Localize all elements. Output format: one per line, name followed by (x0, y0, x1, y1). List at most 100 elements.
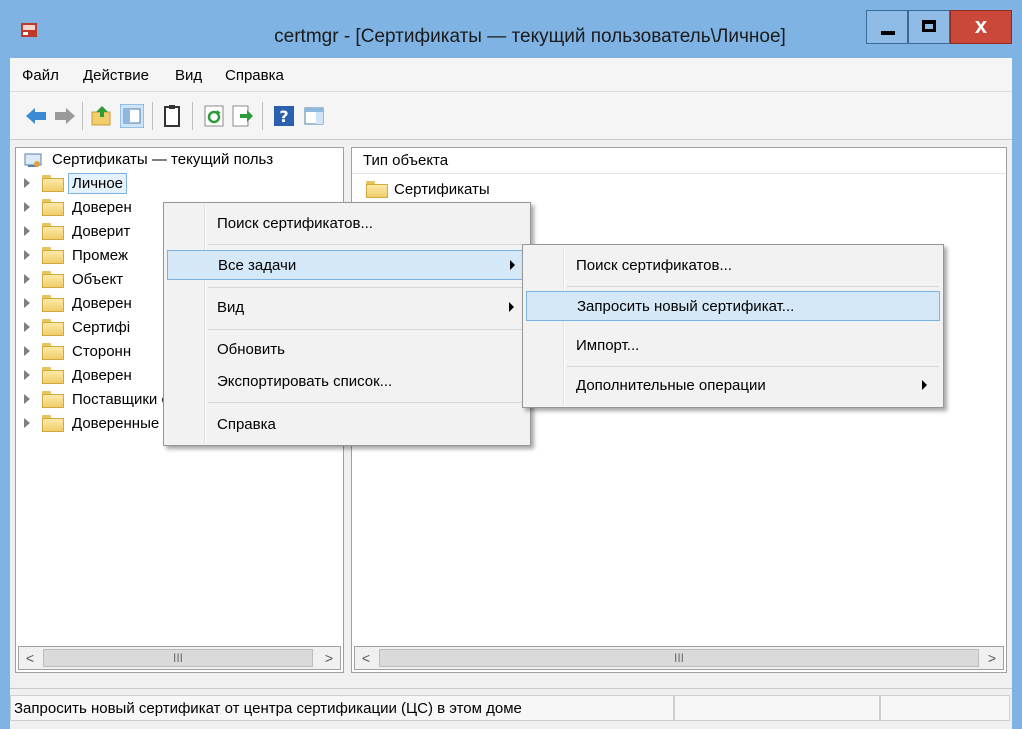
tree-item-label: Сторонн (72, 343, 132, 360)
svg-text:?: ? (279, 107, 288, 126)
properties-icon[interactable] (160, 104, 184, 128)
list-item-label: Сертификаты (394, 181, 490, 198)
scroll-left-arrow-icon[interactable]: < (19, 647, 41, 669)
menu-separator (208, 402, 526, 403)
expand-arrow-icon[interactable] (24, 250, 30, 260)
help-icon[interactable]: ? (272, 104, 296, 128)
status-text: Запросить новый сертификат от центра сер… (14, 700, 522, 717)
tree-root[interactable]: Сертификаты — текущий польз (16, 148, 343, 172)
tree-item-label: Доверен (72, 367, 132, 384)
submenu-request-new-certificate[interactable]: Запросить новый сертификат... (526, 291, 940, 321)
folder-icon (42, 415, 64, 432)
refresh-icon[interactable] (202, 104, 226, 128)
menu-view-label: Вид (217, 299, 245, 316)
menu-bar: Файл Действие Вид Справка (10, 58, 1012, 92)
expand-arrow-icon[interactable] (24, 298, 30, 308)
toolbar-separator (262, 102, 263, 130)
list-item[interactable]: Сертификаты (360, 178, 660, 202)
submenu-find-certificates-label: Поиск сертификатов... (576, 257, 732, 274)
submenu-arrow-icon (510, 260, 515, 270)
back-icon[interactable] (24, 104, 48, 128)
tree-item-label: Объект (72, 271, 124, 288)
expand-arrow-icon[interactable] (24, 202, 30, 212)
menu-separator (208, 329, 526, 330)
tree-item-label: Доверит (72, 223, 131, 240)
scroll-grip: III (673, 651, 684, 665)
menu-separator (567, 366, 939, 367)
submenu-arrow-icon (922, 380, 927, 390)
menu-all-tasks[interactable]: Все задачи (167, 250, 527, 280)
folder-icon (42, 223, 64, 240)
close-icon: x (974, 13, 988, 38)
scroll-thumb[interactable]: III (379, 649, 979, 667)
menu-export-list[interactable]: Экспортировать список... (167, 367, 527, 397)
close-button[interactable]: x (950, 10, 1012, 44)
menu-find-certificates[interactable]: Поиск сертификатов... (167, 209, 527, 239)
tree-root-label: Сертификаты — текущий польз (52, 151, 274, 168)
toolbar: ? (10, 92, 1012, 140)
tree-item-personal[interactable]: Личное (16, 172, 343, 196)
column-header[interactable]: Тип объекта (352, 148, 1006, 174)
toolbar-separator (82, 102, 83, 130)
scroll-grip: III (172, 651, 183, 665)
folder-icon (42, 295, 64, 312)
status-bar: Запросить новый сертификат от центра сер… (10, 688, 1012, 723)
expand-arrow-icon[interactable] (24, 346, 30, 356)
minimize-button[interactable] (866, 10, 908, 44)
minimize-icon (881, 31, 895, 35)
maximize-button[interactable] (908, 10, 950, 44)
tree-item-label: Доверен (72, 199, 132, 216)
menu-refresh-label: Обновить (217, 341, 285, 358)
menu-view[interactable]: Вид (175, 67, 202, 84)
forward-icon[interactable] (53, 104, 77, 128)
menu-view[interactable]: Вид (167, 293, 527, 323)
menu-find-certificates-label: Поиск сертификатов... (217, 215, 373, 232)
expand-arrow-icon[interactable] (24, 226, 30, 236)
up-folder-icon[interactable] (90, 104, 114, 128)
menu-separator (567, 286, 939, 287)
scroll-right-arrow-icon[interactable]: > (981, 647, 1003, 669)
menu-refresh[interactable]: Обновить (167, 335, 527, 365)
toolbar-separator (152, 102, 153, 130)
expand-arrow-icon[interactable] (24, 322, 30, 332)
submenu-request-new-certificate-label: Запросить новый сертификат... (577, 298, 795, 315)
scroll-right-arrow-icon[interactable]: > (318, 647, 340, 669)
tree-horizontal-scrollbar[interactable]: < III > (18, 646, 341, 670)
scroll-thumb[interactable]: III (43, 649, 313, 667)
menu-export-list-label: Экспортировать список... (217, 373, 393, 390)
expand-arrow-icon[interactable] (24, 394, 30, 404)
menu-help[interactable]: Справка (167, 410, 527, 440)
status-text-cell: Запросить новый сертификат от центра сер… (10, 695, 674, 721)
folder-icon (42, 271, 64, 288)
action-pane-icon[interactable] (302, 104, 326, 128)
expand-arrow-icon[interactable] (24, 370, 30, 380)
tree-item-label: Доверен (72, 295, 132, 312)
column-header-label: Тип объекта (363, 152, 449, 169)
title-bar[interactable]: certmgr - [Сертификаты — текущий пользов… (0, 0, 1022, 58)
context-menu: Поиск сертификатов... Все задачи Вид Обн… (163, 202, 531, 446)
folder-icon (42, 199, 64, 216)
scroll-left-arrow-icon[interactable]: < (355, 647, 377, 669)
window-title: certmgr - [Сертификаты — текущий пользов… (274, 26, 786, 47)
expand-arrow-icon[interactable] (24, 274, 30, 284)
certificate-app-icon (21, 23, 37, 37)
results-horizontal-scrollbar[interactable]: < III > (354, 646, 1004, 670)
menu-file[interactable]: Файл (22, 67, 59, 84)
menu-all-tasks-label: Все задачи (218, 257, 297, 274)
expand-arrow-icon[interactable] (24, 418, 30, 428)
all-tasks-submenu: Поиск сертификатов... Запросить новый се… (522, 244, 944, 408)
submenu-import[interactable]: Импорт... (526, 331, 940, 361)
folder-icon (42, 367, 64, 384)
submenu-advanced-operations[interactable]: Дополнительные операции (526, 371, 940, 401)
menu-action[interactable]: Действие (83, 67, 149, 84)
folder-icon (366, 181, 388, 198)
status-cell (880, 695, 1010, 721)
expand-arrow-icon[interactable] (24, 178, 30, 188)
export-list-icon[interactable] (230, 104, 254, 128)
menu-help-label: Справка (217, 416, 276, 433)
menu-help[interactable]: Справка (225, 67, 284, 84)
menu-separator (208, 287, 526, 288)
submenu-find-certificates[interactable]: Поиск сертификатов... (526, 251, 940, 281)
tree-item-label: Личное (68, 173, 128, 194)
show-hide-tree-icon[interactable] (120, 104, 144, 128)
